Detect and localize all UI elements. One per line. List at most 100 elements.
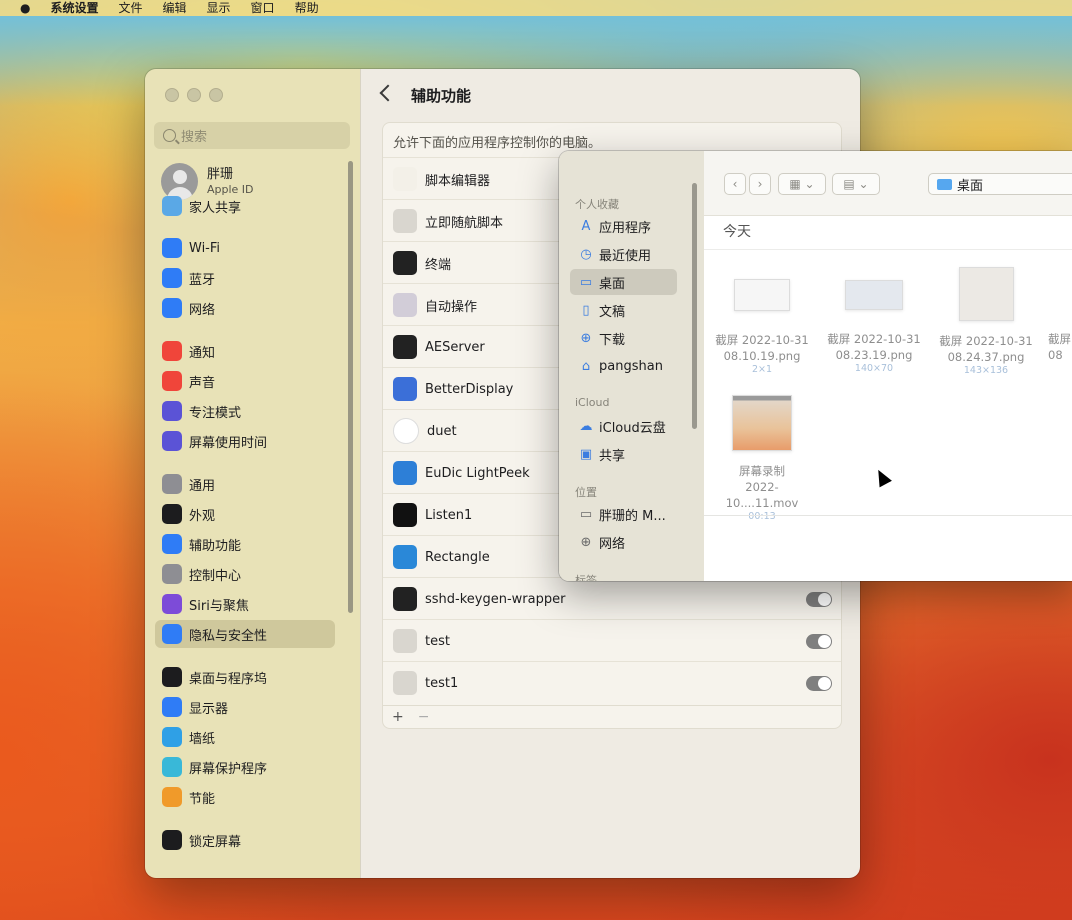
sidebar-item[interactable]: 通知 xyxy=(155,337,335,365)
wifi-icon xyxy=(162,238,182,258)
dialog-sidebar: 个人收藏 A 应用程序 ◷ 最近使用 ▭ 桌面 ▯ 文稿 ⊕ 下载 ⌂ pangshan iCloud… xyxy=(559,151,704,581)
sidebar-item[interactable]: Siri与聚焦 xyxy=(155,590,335,618)
permission-toggle[interactable] xyxy=(806,591,832,607)
bell-icon xyxy=(162,341,182,361)
app-name: AEServer xyxy=(425,339,485,355)
add-button[interactable]: + xyxy=(392,709,404,725)
dialog-sidebar-item[interactable]: ◷ 最近使用 xyxy=(570,241,677,267)
sidebar-item[interactable]: 家人共享 xyxy=(155,192,335,220)
dialog-sidebar-label: 胖珊的 M... xyxy=(599,508,666,524)
accessibility-icon xyxy=(162,534,182,554)
app-row[interactable]: test xyxy=(383,619,841,662)
cloud-icon: ☁ xyxy=(579,418,593,434)
search-input[interactable]: 搜索 xyxy=(154,122,350,149)
menu-file[interactable]: 文件 xyxy=(119,2,143,14)
chevron-right-icon: › xyxy=(757,177,763,191)
speaker-icon xyxy=(162,371,182,391)
sidebar-item[interactable]: 隐私与安全性 xyxy=(155,620,335,648)
menu-view[interactable]: 显示 xyxy=(207,2,231,14)
close-button[interactable] xyxy=(165,88,179,102)
dialog-sidebar-label: 最近使用 xyxy=(599,248,652,264)
dialog-toolbar: ‹ › ▦ ⌄ ▤ ⌄ 桌面 xyxy=(704,151,1072,216)
video-thumbnail xyxy=(732,395,792,451)
panel-description: 允许下面的应用程序控制你的电脑。 xyxy=(393,136,602,151)
permission-toggle[interactable] xyxy=(806,675,832,691)
menu-window[interactable]: 窗口 xyxy=(251,2,275,14)
dialog-sidebar-item[interactable]: ▭ 桌面 xyxy=(570,269,677,295)
sidebar-item[interactable]: 蓝牙 xyxy=(155,264,335,292)
screensaver-icon xyxy=(162,757,182,777)
menu-help[interactable]: 帮助 xyxy=(295,2,319,14)
dialog-sidebar-item[interactable]: ⌂ pangshan xyxy=(570,353,677,379)
sidebar-item[interactable]: 控制中心 xyxy=(155,560,335,588)
sidebar-item[interactable]: 桌面与程序坞 xyxy=(155,663,335,691)
dock-icon xyxy=(162,667,182,687)
location-popup[interactable]: 桌面 xyxy=(928,173,1072,195)
zoom-button[interactable] xyxy=(209,88,223,102)
file-item[interactable]: 截屏 2022-10-31 08.10.19.png 2×1 xyxy=(712,267,812,376)
sidebar-item[interactable]: 辅助功能 xyxy=(155,530,335,558)
sidebar-item[interactable]: 声音 xyxy=(155,367,335,395)
sidebar-item[interactable]: 通用 xyxy=(155,470,335,498)
menu-app[interactable]: 系统设置 xyxy=(50,2,98,14)
app-row[interactable]: sshd-keygen-wrapper xyxy=(383,577,841,620)
automator-icon xyxy=(393,293,417,317)
hand-icon xyxy=(162,624,182,644)
dialog-sidebar-scrollbar[interactable] xyxy=(692,183,697,429)
sidebar-item[interactable]: 网络 xyxy=(155,294,335,322)
dialog-sidebar-item[interactable]: A 应用程序 xyxy=(570,213,677,239)
nav-forward-button[interactable]: › xyxy=(749,173,771,195)
sidebar-item[interactable]: 墙纸 xyxy=(155,723,335,751)
file-item[interactable]: 截屏 2022-10-31 08.23.19.png 140×70 xyxy=(824,267,924,375)
file-item[interactable]: 屏幕录制 2022-10....11.mov 00:13 xyxy=(712,395,812,523)
sidebar-item-label: 控制中心 xyxy=(189,568,242,584)
dialog-sidebar-label: pangshan xyxy=(599,358,663,374)
app-row[interactable]: test1 xyxy=(383,661,841,704)
page-title: 辅助功能 xyxy=(411,87,472,105)
sidebar-item[interactable]: Wi-Fi xyxy=(155,234,335,262)
sidebar-item-label: 锁定屏幕 xyxy=(189,834,242,850)
apps-icon: A xyxy=(581,218,591,234)
dialog-sidebar-label: 网络 xyxy=(599,536,626,552)
apple-icon[interactable]: ● xyxy=(20,2,30,14)
sidebar-scrollbar[interactable] xyxy=(348,161,353,613)
permission-toggle[interactable] xyxy=(806,633,832,649)
dialog-sidebar-item[interactable]: ☁ iCloud云盘 xyxy=(570,413,677,439)
remove-button[interactable]: − xyxy=(418,709,430,725)
app-name: 自动操作 xyxy=(425,299,478,315)
view-mode-button[interactable]: ▦ ⌄ xyxy=(778,173,826,195)
dialog-sidebar-label: 桌面 xyxy=(599,276,626,292)
file-item[interactable]: 截屏 2022-10-31 08.24.37.png 143×136 xyxy=(936,267,1036,377)
appearance-icon xyxy=(162,504,182,524)
search-icon xyxy=(163,129,176,142)
dialog-sidebar-label: 应用程序 xyxy=(599,220,652,236)
family-icon xyxy=(162,196,182,216)
app-name: 脚本编辑器 xyxy=(425,173,491,189)
dialog-sidebar-item[interactable]: ⊕ 下载 xyxy=(570,325,677,351)
group-by-button[interactable]: ▤ ⌄ xyxy=(832,173,880,195)
app-name: EuDic LightPeek xyxy=(425,465,530,481)
sidebar-item[interactable]: 专注模式 xyxy=(155,397,335,425)
siri-icon xyxy=(162,594,182,614)
back-arrow-icon[interactable] xyxy=(379,84,397,102)
sidebar-item[interactable]: 屏幕使用时间 xyxy=(155,427,335,455)
dialog-sidebar-item[interactable]: ▭ 胖珊的 M... xyxy=(570,501,677,527)
dialog-sidebar-item[interactable]: ▯ 文稿 xyxy=(570,297,677,323)
sidebar-item-label: Siri与聚焦 xyxy=(189,598,249,614)
nav-back-button[interactable]: ‹ xyxy=(724,173,746,195)
sidebar-item[interactable]: 锁定屏幕 xyxy=(155,826,335,854)
document-icon: ▯ xyxy=(582,302,590,318)
menu-edit[interactable]: 编辑 xyxy=(163,2,187,14)
sidebar-item[interactable]: 显示器 xyxy=(155,693,335,721)
sidebar-item[interactable]: 屏幕保护程序 xyxy=(155,753,335,781)
minimize-button[interactable] xyxy=(187,88,201,102)
sidebar-item-label: Wi-Fi xyxy=(189,240,221,256)
sidebar-item[interactable]: 外观 xyxy=(155,500,335,528)
dialog-sidebar-label: 共享 xyxy=(599,448,626,464)
dialog-sidebar-item[interactable]: ⊕ 网络 xyxy=(570,529,677,555)
sidebar-item[interactable]: 节能 xyxy=(155,783,335,811)
file-dialog: 个人收藏 A 应用程序 ◷ 最近使用 ▭ 桌面 ▯ 文稿 ⊕ 下载 ⌂ pangshan iCloud… xyxy=(559,151,1072,581)
file-thumbnail xyxy=(845,280,903,310)
file-item[interactable]: 截屏 08 xyxy=(1048,267,1072,363)
dialog-sidebar-item[interactable]: ▣ 共享 xyxy=(570,441,677,467)
